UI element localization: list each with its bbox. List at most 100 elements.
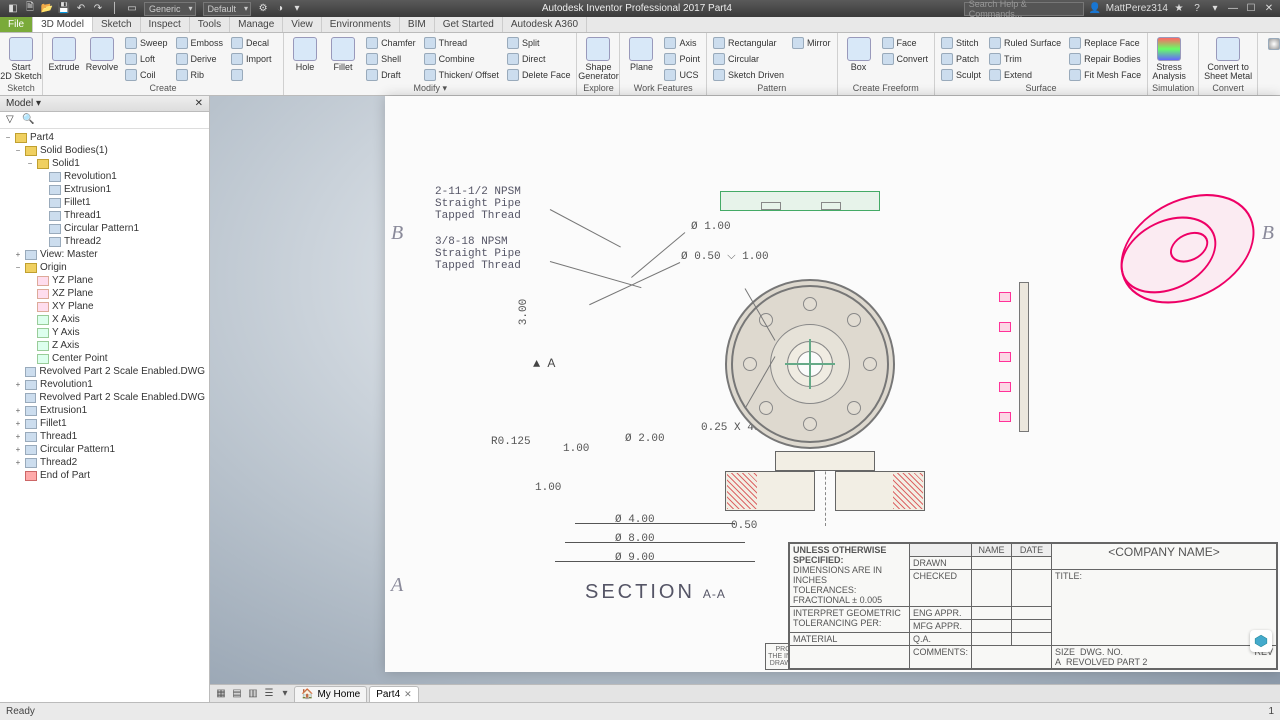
flange-top-view [725, 279, 895, 449]
ribbon-label-convert: Convert [1203, 82, 1253, 93]
dt-icon2[interactable]: ▤ [230, 687, 244, 701]
extrude-button[interactable]: Extrude [47, 35, 81, 72]
file-tab[interactable]: File [0, 17, 33, 32]
tab-bim[interactable]: BIM [400, 17, 435, 32]
tab-inspect[interactable]: Inspect [141, 17, 190, 32]
replaceface-button[interactable]: Replace Face [1067, 35, 1143, 50]
tab-get-started[interactable]: Get Started [435, 17, 503, 32]
draft-button[interactable]: Draft [364, 67, 418, 82]
decal-button[interactable]: Decal [229, 35, 279, 50]
select-icon[interactable]: ▭ [125, 2, 139, 16]
signin-icon[interactable]: 👤 [1088, 3, 1102, 14]
tab-3d-model[interactable]: 3D Model [33, 17, 93, 32]
tab-view[interactable]: View [283, 17, 322, 32]
help-dd-icon[interactable]: ▾ [1208, 3, 1222, 14]
minimize-icon[interactable]: — [1226, 3, 1240, 14]
material-dropdown[interactable]: Generic [144, 2, 196, 16]
qat-more-icon[interactable]: ⚙ [256, 2, 270, 16]
graphics-canvas[interactable]: — ☐ ✕ TOP B B A A 2-11-1/2 NPSM Straight… [210, 96, 1280, 702]
point-button[interactable]: Point [662, 51, 702, 66]
qat-color-icon[interactable]: ◑ [273, 2, 287, 16]
combine-button[interactable]: Combine [422, 51, 501, 66]
appearance-flyout[interactable]: ▾ [1266, 36, 1280, 51]
browser-header[interactable]: Model ▾✕ [0, 96, 209, 112]
sweep-button[interactable]: Sweep [123, 35, 170, 50]
rib-button[interactable]: Rib [174, 67, 226, 82]
dt-icon3[interactable]: ▥ [246, 687, 260, 701]
undo-icon[interactable]: ↶ [74, 2, 88, 16]
help-icon[interactable]: ? [1190, 3, 1204, 14]
axis-button[interactable]: Axis [662, 35, 702, 50]
ribbon-group-sketch: Start 2D Sketch Sketch [0, 33, 43, 95]
feature-tree[interactable]: −Part4 −Solid Bodies(1) −Solid1 Revoluti… [0, 129, 209, 702]
app-icon[interactable]: ◧ [6, 2, 20, 16]
tab-a360[interactable]: Autodesk A360 [503, 17, 587, 32]
rectangular-button[interactable]: Rectangular [711, 35, 786, 50]
close-icon[interactable]: ✕ [1262, 3, 1276, 14]
favorite-icon[interactable]: ★ [1172, 3, 1186, 14]
stitch-button[interactable]: Stitch [939, 35, 983, 50]
patch-button[interactable]: Patch [939, 51, 983, 66]
extend-button[interactable]: Extend [987, 67, 1063, 82]
thicken-button[interactable]: Thicken/ Offset [422, 67, 501, 82]
loft-button[interactable]: Loft [123, 51, 170, 66]
doctab-home[interactable]: 🏠My Home [294, 686, 367, 702]
import-button[interactable]: Import [229, 51, 279, 66]
open-icon[interactable]: 📂 [40, 2, 54, 16]
direct-button[interactable]: Direct [505, 51, 573, 66]
stress-analysis-button[interactable]: Stress Analysis [1152, 35, 1186, 81]
deleteface-button[interactable]: Delete Face [505, 67, 573, 82]
sculpt-button[interactable]: Sculpt [939, 67, 983, 82]
trim-button[interactable]: Trim [987, 51, 1063, 66]
coil-button[interactable]: Coil [123, 67, 170, 82]
user-name[interactable]: MattPerez314 [1106, 3, 1168, 14]
workspace: Model ▾✕ ▽ 🔍 −Part4 −Solid Bodies(1) −So… [0, 96, 1280, 702]
help-widget[interactable] [1250, 630, 1272, 652]
save-icon[interactable]: 💾 [57, 2, 71, 16]
tab-tools[interactable]: Tools [190, 17, 230, 32]
convert-button[interactable]: Convert [880, 51, 931, 66]
unwrap-button[interactable]: Unwrap [229, 67, 279, 82]
hole-button[interactable]: Hole [288, 35, 322, 72]
revolve-button[interactable]: Revolve [85, 35, 119, 72]
split-button[interactable]: Split [505, 35, 573, 50]
dt-icon5[interactable]: ▾ [278, 687, 292, 701]
emboss-button[interactable]: Emboss [174, 35, 226, 50]
dt-icon1[interactable]: ▦ [214, 687, 228, 701]
doctab-close-icon[interactable]: ✕ [404, 689, 412, 700]
tab-environments[interactable]: Environments [322, 17, 400, 32]
repairbodies-button[interactable]: Repair Bodies [1067, 51, 1143, 66]
shape-generator-button[interactable]: Shape Generator [581, 35, 615, 81]
find-icon[interactable]: 🔍 [22, 114, 34, 126]
shell-button[interactable]: Shell [364, 51, 418, 66]
ribbon-group-create: Extrude Revolve Sweep Loft Coil Emboss D… [43, 33, 284, 95]
dt-icon4[interactable]: ☰ [262, 687, 276, 701]
doctab-part[interactable]: Part4✕ [369, 686, 418, 702]
plane-button[interactable]: Plane [624, 35, 658, 72]
chamfer-button[interactable]: Chamfer [364, 35, 418, 50]
fitmesh-button[interactable]: Fit Mesh Face [1067, 67, 1143, 82]
search-help-input[interactable]: Search Help & Commands... [964, 2, 1084, 16]
ucs-button[interactable]: UCS [662, 67, 702, 82]
convert-sheetmetal-button[interactable]: Convert to Sheet Metal [1203, 35, 1253, 81]
box-button[interactable]: Box [842, 35, 876, 72]
redo-icon[interactable]: ↷ [91, 2, 105, 16]
appearance-dropdown[interactable]: Default [203, 2, 252, 16]
ruledsurface-button[interactable]: Ruled Surface [987, 35, 1063, 50]
tab-manage[interactable]: Manage [230, 17, 283, 32]
qat-dd-icon[interactable]: ▾ [290, 2, 304, 16]
tab-sketch[interactable]: Sketch [93, 17, 141, 32]
sketchdriven-button[interactable]: Sketch Driven [711, 67, 786, 82]
face-button[interactable]: Face [880, 35, 931, 50]
maximize-icon[interactable]: ☐ [1244, 3, 1258, 14]
fillet-button[interactable]: Fillet [326, 35, 360, 72]
start-sketch-button[interactable]: Start 2D Sketch [4, 35, 38, 81]
thread-button[interactable]: Thread [422, 35, 501, 50]
circular-button[interactable]: Circular [711, 51, 786, 66]
filter-icon[interactable]: ▽ [6, 114, 18, 126]
new-icon[interactable]: 🗎 [23, 2, 37, 16]
browser-close-icon[interactable]: ✕ [195, 98, 203, 109]
derive-button[interactable]: Derive [174, 51, 226, 66]
mirror-button[interactable]: Mirror [790, 35, 833, 50]
section-title: SECTION A-A [585, 581, 726, 604]
